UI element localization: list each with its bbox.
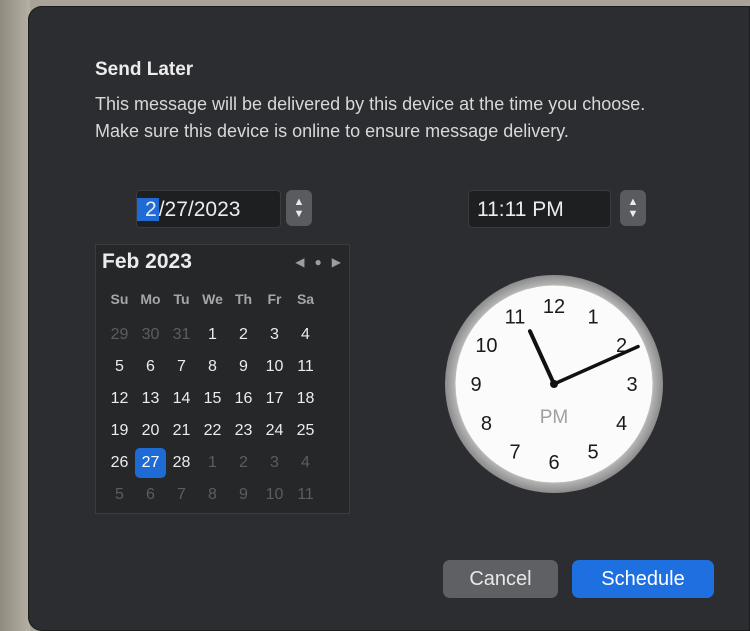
- clock-hour-number: 1: [587, 306, 598, 328]
- previous-month-icon[interactable]: ◀: [295, 255, 304, 269]
- weekday-label: Fr: [267, 291, 282, 307]
- calendar-day[interactable]: 14: [166, 383, 197, 415]
- calendar-day[interactable]: 5: [104, 351, 135, 383]
- weekday-label: Sa: [296, 291, 315, 307]
- date-rest-segment[interactable]: /27/2023: [159, 198, 241, 221]
- clock-period-label: PM: [540, 407, 569, 428]
- dialog-description: This message will be delivered by this d…: [95, 94, 646, 141]
- calendar-day[interactable]: 4: [290, 447, 321, 479]
- calendar-day[interactable]: 3: [259, 447, 290, 479]
- clock-hour-number: 5: [587, 442, 598, 464]
- calendar-day[interactable]: 13: [135, 383, 166, 415]
- calendar-day[interactable]: 9: [228, 351, 259, 383]
- calendar-day[interactable]: 22: [197, 415, 228, 447]
- analog-clock[interactable]: 12 1234567891011PM: [443, 273, 665, 495]
- calendar-day[interactable]: 25: [290, 415, 321, 447]
- calendar-day[interactable]: 2: [228, 447, 259, 479]
- weekday-label: Su: [110, 291, 129, 307]
- weekday-label: Th: [234, 291, 253, 307]
- next-month-icon[interactable]: ▶: [332, 255, 341, 269]
- clock-hour-number: 4: [616, 413, 627, 435]
- calendar-day[interactable]: 8: [197, 479, 228, 511]
- clock-hour-number: 7: [509, 442, 520, 464]
- calendar-day[interactable]: 5: [104, 479, 135, 511]
- calendar-day[interactable]: 18: [290, 383, 321, 415]
- calendar-day[interactable]: 7: [166, 351, 197, 383]
- calendar: Feb 2023 ◀ ● ▶ Su Mo Tu We Th Fr Sa 29 30 31 1 2 3 4 5…: [95, 244, 350, 514]
- calendar-day[interactable]: 16: [228, 383, 259, 415]
- calendar-day[interactable]: 15: [197, 383, 228, 415]
- calendar-day[interactable]: 29: [104, 319, 135, 351]
- calendar-grid: Su Mo Tu We Th Fr Sa 29 30 31 1 2 3 4 5 6 7 8 9 10 11 12 13 14 1…: [104, 287, 321, 511]
- chevron-up-icon[interactable]: ▲: [294, 196, 305, 208]
- weekday-label: Tu: [173, 291, 190, 307]
- calendar-day[interactable]: 23: [228, 415, 259, 447]
- clock-hour-number: 12: [543, 296, 565, 318]
- clock-hour-number: 3: [626, 374, 637, 396]
- clock-hour-number: 6: [548, 452, 559, 474]
- calendar-day[interactable]: 21: [166, 415, 197, 447]
- cancel-button[interactable]: Cancel: [443, 560, 558, 598]
- calendar-day[interactable]: 28: [166, 447, 197, 479]
- calendar-day[interactable]: 1: [197, 319, 228, 351]
- calendar-day[interactable]: 7: [166, 479, 197, 511]
- time-field[interactable]: 11:11 PM: [468, 190, 611, 228]
- calendar-day[interactable]: 6: [135, 479, 166, 511]
- calendar-day[interactable]: 26: [104, 447, 135, 479]
- weekday-label: We: [202, 291, 223, 307]
- date-month-segment[interactable]: 2: [137, 198, 159, 221]
- window-backdrop: [0, 0, 30, 631]
- calendar-day[interactable]: 9: [228, 479, 259, 511]
- calendar-day[interactable]: 11: [290, 479, 321, 511]
- clock-hour-number: 8: [481, 413, 492, 435]
- schedule-button[interactable]: Schedule: [572, 560, 714, 598]
- clock-center-pin: [550, 380, 558, 388]
- calendar-day[interactable]: 10: [259, 351, 290, 383]
- calendar-month-label: Feb 2023: [102, 250, 192, 273]
- calendar-day[interactable]: 17: [259, 383, 290, 415]
- chevron-up-icon[interactable]: ▲: [628, 196, 639, 208]
- calendar-day[interactable]: 12: [104, 383, 135, 415]
- calendar-day[interactable]: 11: [290, 351, 321, 383]
- calendar-day[interactable]: 31: [166, 319, 197, 351]
- weekday-label: Mo: [140, 291, 161, 307]
- chevron-down-icon[interactable]: ▼: [294, 208, 305, 220]
- time-stepper[interactable]: ▲ ▼: [620, 190, 646, 226]
- date-stepper[interactable]: ▲ ▼: [286, 190, 312, 226]
- clock-hour-number: 11: [505, 306, 526, 328]
- calendar-day[interactable]: 20: [135, 415, 166, 447]
- today-dot-icon[interactable]: ●: [315, 255, 322, 269]
- calendar-day-selected[interactable]: 27: [135, 448, 166, 478]
- calendar-day[interactable]: 2: [228, 319, 259, 351]
- calendar-day[interactable]: 24: [259, 415, 290, 447]
- clock-hour-number: 9: [470, 374, 481, 396]
- chevron-down-icon[interactable]: ▼: [628, 208, 639, 220]
- dialog-title: Send Later: [95, 59, 194, 80]
- date-field[interactable]: 2/27/2023: [136, 190, 281, 228]
- calendar-day[interactable]: 19: [104, 415, 135, 447]
- calendar-day[interactable]: 1: [197, 447, 228, 479]
- calendar-day[interactable]: 8: [197, 351, 228, 383]
- calendar-day[interactable]: 4: [290, 319, 321, 351]
- clock-hour-number: 10: [475, 335, 497, 357]
- calendar-day[interactable]: 3: [259, 319, 290, 351]
- calendar-day[interactable]: 10: [259, 479, 290, 511]
- calendar-header: Feb 2023 ◀ ● ▶: [96, 245, 349, 279]
- calendar-day[interactable]: 30: [135, 319, 166, 351]
- calendar-day[interactable]: 6: [135, 351, 166, 383]
